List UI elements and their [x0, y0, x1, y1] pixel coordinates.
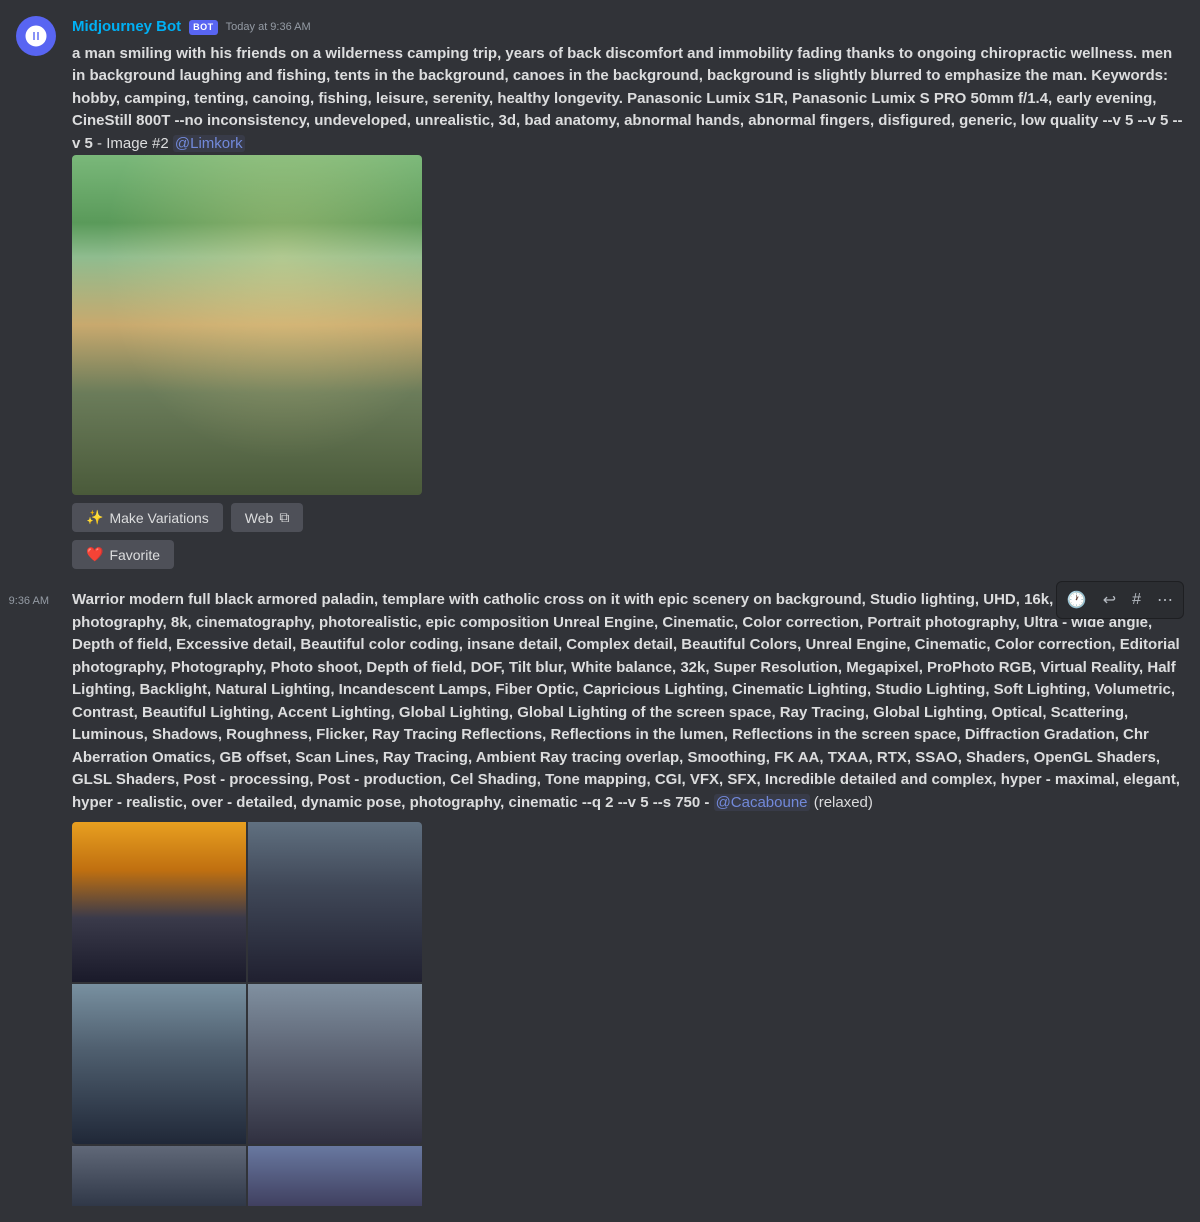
knight-image-grid — [72, 822, 422, 1144]
more-action-button[interactable]: ⋯ — [1151, 586, 1179, 614]
heart-icon: ❤️ — [86, 546, 103, 563]
knight-image-2 — [248, 822, 422, 982]
knight-image-5 — [72, 1146, 246, 1206]
knight-image-1 — [72, 822, 246, 982]
sparkles-icon: ✨ — [86, 509, 103, 526]
message-group-1: Midjourney Bot BOT Today at 9:36 AM a ma… — [72, 16, 1184, 569]
image-number: - Image #2 — [97, 135, 173, 152]
camping-image — [72, 155, 422, 495]
favorite-buttons: ❤️ Favorite — [72, 540, 1184, 569]
mention-cacaboune[interactable]: @Cacaboune — [714, 794, 810, 811]
message-group-2: 9:36 AM Warrior modern full black armore… — [72, 589, 1184, 1206]
message-actions-2: 🕐 ↩ # ⋯ — [1056, 581, 1184, 619]
message-text-1: a man smiling with his friends on a wild… — [72, 43, 1184, 156]
external-link-icon: ⧉ — [279, 509, 289, 526]
web-label: Web — [245, 510, 274, 526]
message-timestamp: Today at 9:36 AM — [226, 19, 311, 36]
favorite-label: Favorite — [109, 547, 160, 563]
message-header-1: Midjourney Bot BOT Today at 9:36 AM — [72, 16, 1184, 39]
status-relaxed: (relaxed) — [814, 794, 873, 811]
mention-limkork[interactable]: @Limkork — [173, 135, 245, 152]
make-variations-button[interactable]: ✨ Make Variations — [72, 503, 223, 532]
knight-image-6 — [248, 1146, 422, 1206]
message-time-2: 9:36 AM — [4, 593, 49, 610]
favorite-button[interactable]: ❤️ Favorite — [72, 540, 174, 569]
message-text-2: Warrior modern full black armored paladi… — [72, 589, 1184, 814]
knight-image-3 — [72, 984, 246, 1144]
clock-action-button[interactable]: 🕐 — [1061, 586, 1093, 614]
bot-badge: BOT — [189, 20, 218, 36]
reply-action-button[interactable]: ↩ — [1097, 586, 1122, 614]
bot-name: Midjourney Bot — [72, 16, 181, 39]
web-button[interactable]: Web ⧉ — [231, 503, 304, 532]
action-buttons-1: ✨ Make Variations Web ⧉ — [72, 503, 1184, 532]
avatar — [16, 16, 56, 56]
make-variations-label: Make Variations — [109, 510, 208, 526]
knight-image-4 — [248, 984, 422, 1144]
thread-action-button[interactable]: # — [1126, 586, 1147, 614]
